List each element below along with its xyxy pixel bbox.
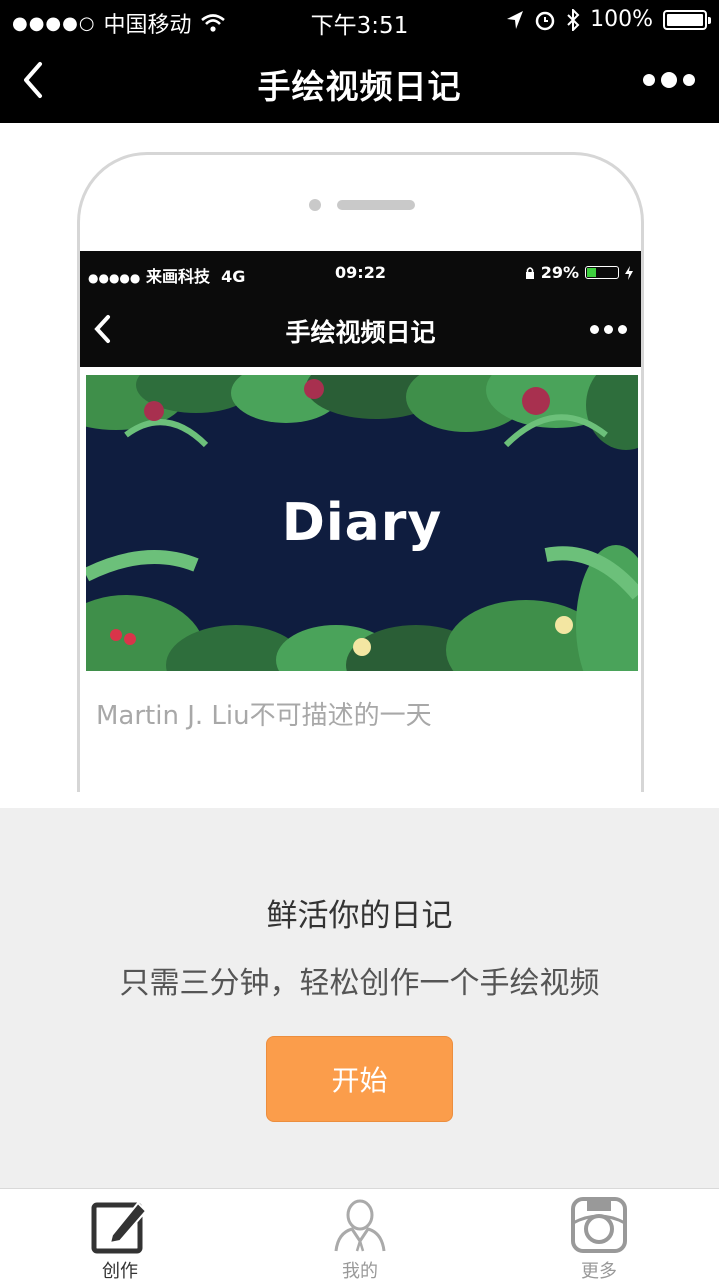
battery-percent: 100% [590,7,653,32]
camera-icon [571,1197,627,1253]
front-camera [309,199,321,211]
mockup-status-bar: ●●●●● 来画科技 4G 09:22 29% [80,251,641,295]
promo-section: 鲜活你的日记 只需三分钟，轻松创作一个手绘视频 开始 [0,808,719,1188]
mockup-title: 手绘视频日记 [285,318,436,347]
tab-more[interactable]: 更多 [479,1189,719,1280]
mockup-battery-percent: 29% [540,263,579,282]
mockup-more-dots-icon [590,325,627,334]
tab-create[interactable]: 创作 [0,1189,240,1280]
location-icon [507,10,524,29]
mockup-nav-bar: 手绘视频日记 [80,295,641,367]
tab-more-label: 更多 [581,1261,617,1280]
user-icon [334,1199,386,1252]
edit-icon [91,1201,148,1254]
screen: ●●●●○ 中国移动 下午3:51 100% 手绘视频日记 ●●●●● 来画科技… [0,0,719,1280]
alarm-icon [535,11,555,30]
phone-mockup: ●●●●● 来画科技 4G 09:22 29% 手绘视频日记 Diary Mar… [77,152,644,792]
battery-icon [663,9,711,30]
more-dots-icon[interactable] [643,72,695,88]
page-title: 手绘视频日记 [257,67,462,106]
start-button[interactable]: 开始 [266,1036,453,1122]
banner-title: Diary [281,493,443,553]
tab-mine[interactable]: 我的 [240,1189,480,1280]
tab-mine-label: 我的 [342,1261,378,1280]
promo-heading: 鲜活你的日记 [266,898,453,934]
tab-create-label: 创作 [102,1261,138,1280]
nav-bar: 手绘视频日记 [0,40,719,123]
mockup-screen: ●●●●● 来画科技 4G 09:22 29% 手绘视频日记 Diary Mar… [80,251,641,792]
status-bar: ●●●●○ 中国移动 下午3:51 100% [0,0,719,40]
lock-icon [525,267,534,279]
charging-icon [625,265,633,280]
diary-banner-image[interactable]: Diary [86,375,638,671]
promo-subheading: 只需三分钟，轻松创作一个手绘视频 [119,966,600,1001]
bluetooth-icon [567,8,580,31]
phone-speaker [337,200,415,210]
mockup-battery-icon [585,266,619,279]
tab-bar: 创作 我的 更多 [0,1188,719,1280]
diary-caption: Martin J. Liu不可描述的一天 [96,701,432,731]
